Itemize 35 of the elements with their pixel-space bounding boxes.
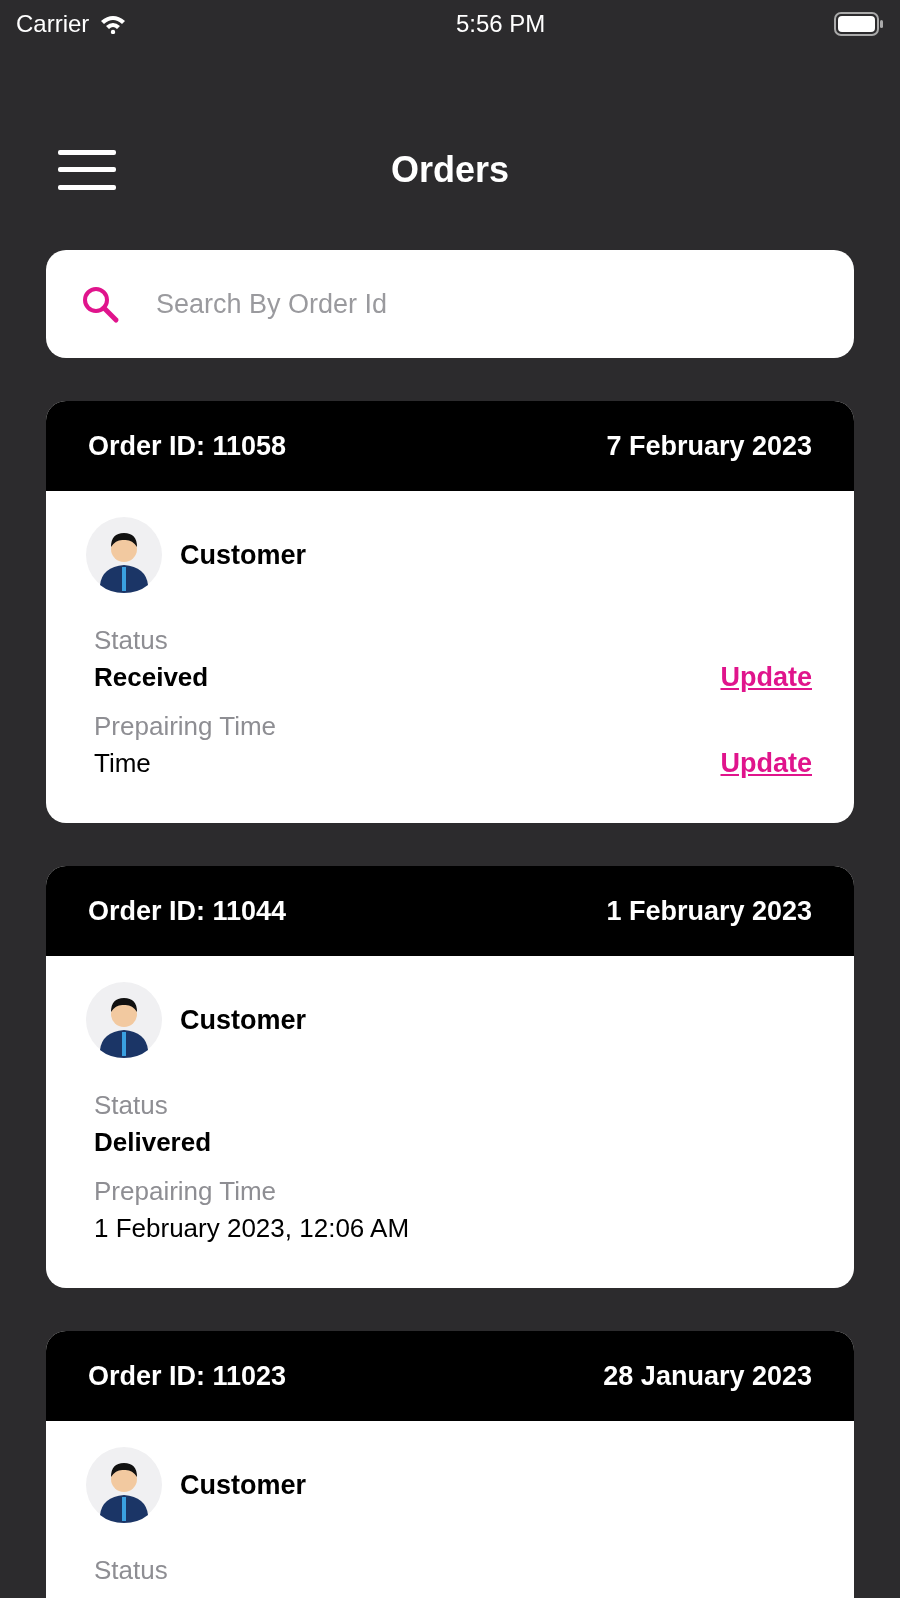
carrier-label: Carrier (16, 10, 90, 38)
order-date: 28 January 2023 (603, 1360, 812, 1392)
update-status-link[interactable]: Update (720, 662, 812, 693)
battery-icon (834, 12, 884, 36)
status-value: Received (94, 662, 209, 693)
status-label: Status (94, 1555, 168, 1586)
order-id: Order ID: 11058 (88, 430, 287, 462)
wifi-icon (99, 14, 128, 34)
avatar-icon (86, 517, 162, 593)
preparing-time-value: Time (94, 748, 152, 779)
update-time-link[interactable]: Update (720, 748, 812, 779)
search-bar[interactable]: Search By Order Id (46, 250, 854, 358)
customer-name: Customer (180, 1469, 307, 1501)
preparing-time-value: 1 February 2023, 12:06 AM (94, 1213, 410, 1244)
order-id: Order ID: 11044 (88, 895, 287, 927)
preparing-time-label: Prepairing Time (94, 711, 277, 742)
order-card[interactable]: Order ID: 11023 28 January 2023 Customer Status (46, 1331, 854, 1598)
order-date: 1 February 2023 (606, 895, 812, 927)
status-label: Status (94, 625, 169, 656)
preparing-time-label: Prepairing Time (94, 1176, 278, 1207)
avatar-icon (86, 982, 162, 1058)
order-id: Order ID: 11023 (88, 1360, 287, 1392)
menu-icon[interactable] (58, 150, 116, 190)
status-value: Delivered (94, 1127, 212, 1158)
order-card[interactable]: Order ID: 11058 7 February 2023 Customer Status Received Update Prepairing Time Time Update (46, 401, 854, 823)
customer-name: Customer (180, 539, 307, 571)
status-label: Status (94, 1090, 169, 1121)
avatar-icon (86, 1447, 162, 1523)
page-title: Orders (389, 149, 511, 191)
clock: 5:56 PM (455, 10, 546, 38)
search-field[interactable]: Search By Order Id (154, 287, 820, 321)
order-date: 7 February 2023 (606, 430, 812, 462)
order-card[interactable]: Order ID: 11044 1 February 2023 Customer Status Delivered Prepairing Time 1 February 2023, 12:06 AM (46, 866, 854, 1288)
search-icon (80, 284, 120, 324)
customer-name: Customer (180, 1004, 307, 1036)
